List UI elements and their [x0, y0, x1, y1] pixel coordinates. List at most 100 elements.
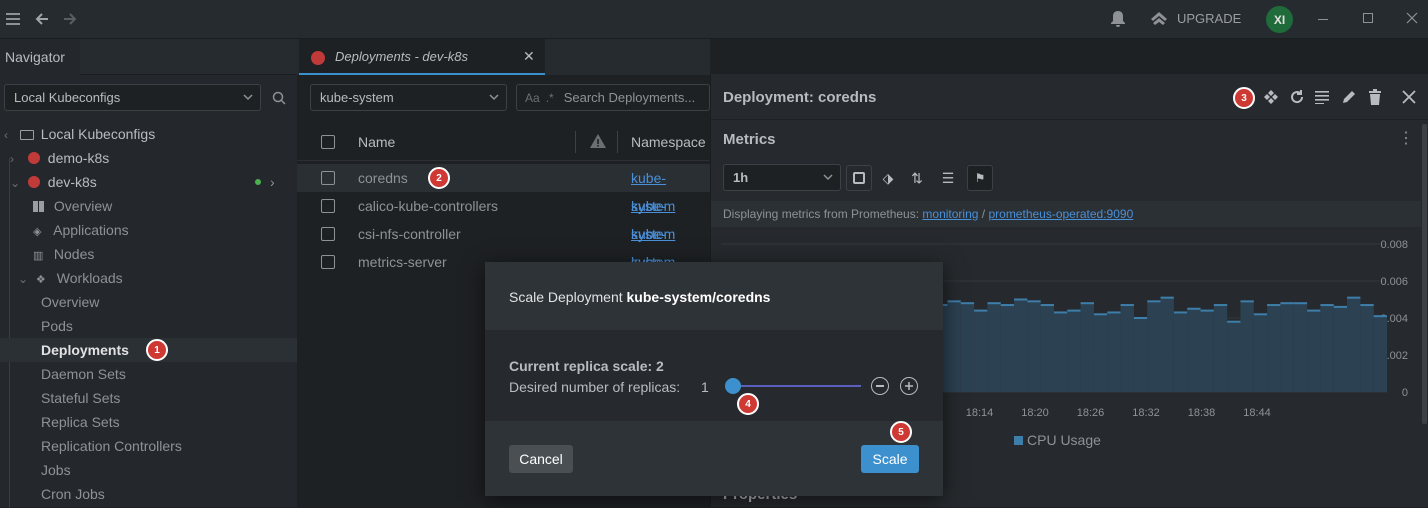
network-metric-button[interactable]: ⇅: [904, 165, 930, 191]
tree-item-local-kubeconfigs[interactable]: ‹ Local Kubeconfigs: [4, 122, 155, 146]
table-row[interactable]: csi-nfs-controller kube-system: [297, 220, 710, 270]
replicas-slider[interactable]: [725, 378, 861, 394]
avatar[interactable]: XI: [1266, 6, 1293, 33]
search-icon[interactable]: [270, 89, 288, 107]
tree-item-replication-controllers[interactable]: Replication Controllers: [41, 434, 182, 458]
chevron-down-icon: ⌄: [18, 272, 29, 286]
tree-item-pods[interactable]: Pods: [41, 314, 73, 338]
filesystem-metric-button[interactable]: ☰: [935, 165, 961, 191]
dialog-footer: Cancel Scale: [485, 421, 943, 496]
upgrade-icon[interactable]: [1149, 9, 1169, 29]
row-checkbox[interactable]: [321, 171, 335, 185]
tree-label: Local Kubeconfigs: [40, 126, 156, 142]
delete-icon[interactable]: [1366, 88, 1384, 106]
tree-item-jobs[interactable]: Jobs: [41, 458, 71, 482]
chart-bar: [1213, 305, 1228, 392]
attach-pod-icon[interactable]: [1262, 88, 1280, 106]
restart-icon[interactable]: [1288, 88, 1306, 106]
metrics-scrollbar[interactable]: [1422, 124, 1427, 424]
memory-metric-button[interactable]: ⬗: [875, 165, 901, 191]
row-checkbox[interactable]: [321, 199, 335, 213]
table-row[interactable]: calico-kube-controllers kube-system: [297, 192, 710, 242]
chart-bar: [960, 303, 975, 392]
navigator-tab[interactable]: Navigator: [0, 39, 80, 75]
select-all-checkbox[interactable]: [321, 135, 335, 149]
annotation-badge-2: 2: [428, 167, 450, 189]
tree-item-demo-k8s[interactable]: › demo-k8s: [10, 146, 109, 170]
column-header-namespace[interactable]: Namespace: [631, 134, 706, 150]
prometheus-service-link[interactable]: prometheus-operated:9090: [988, 207, 1133, 221]
time-range-select[interactable]: 1h: [723, 164, 841, 191]
cpu-metric-button[interactable]: [846, 165, 872, 191]
cancel-button[interactable]: Cancel: [509, 445, 573, 473]
row-checkbox[interactable]: [321, 255, 335, 269]
events-metric-button[interactable]: ⚑: [967, 165, 993, 191]
tree-item-nodes[interactable]: ▥ Nodes: [33, 242, 94, 266]
scale-deployment-dialog: Scale Deployment kube-system/coredns Cur…: [485, 262, 943, 496]
row-checkbox[interactable]: [321, 227, 335, 241]
scale-button[interactable]: Scale: [861, 445, 919, 473]
dialog-title-prefix: Scale Deployment: [509, 289, 627, 305]
tree-item-cron-jobs[interactable]: Cron Jobs: [41, 482, 105, 506]
tree-item-dev-k8s[interactable]: ⌄ dev-k8s ›: [10, 170, 290, 194]
chart-bar: [1093, 314, 1108, 392]
close-drawer-icon[interactable]: [1400, 88, 1418, 106]
replicas-slider-thumb[interactable]: [725, 378, 741, 394]
hamburger-menu-icon[interactable]: [4, 10, 22, 28]
more-options-icon[interactable]: ⋮: [1398, 131, 1414, 147]
chart-bar: [1147, 301, 1161, 392]
tree-item-daemon-sets[interactable]: Daemon Sets: [41, 362, 126, 386]
tree-guide-line: [9, 158, 10, 508]
metrics-title: Metrics: [723, 131, 776, 148]
search-deployments-input[interactable]: Aa .* Search Deployments...: [516, 84, 710, 111]
applications-icon: ◈: [33, 226, 42, 238]
tree-item-stateful-sets[interactable]: Stateful Sets: [41, 386, 120, 410]
decrease-replicas-icon[interactable]: [871, 377, 889, 395]
y-tick-label: 0: [1402, 387, 1408, 399]
chart-bar: [1293, 303, 1308, 392]
navigator-panel: Navigator Local Kubeconfigs ‹ Local Kube…: [0, 39, 297, 508]
tab-close-icon[interactable]: ✕: [523, 48, 535, 65]
top-bar: UPGRADE XI: [0, 0, 1428, 39]
tree-item-overview[interactable]: Overview: [33, 194, 112, 218]
chevron-right-icon: ›: [10, 152, 14, 166]
increase-replicas-icon[interactable]: [900, 377, 918, 395]
tree-item-deployments[interactable]: Deployments: [41, 338, 129, 362]
tree-item-applications[interactable]: ◈ Applications: [33, 218, 129, 242]
chart-legend[interactable]: CPU Usage: [1014, 432, 1101, 448]
warning-icon[interactable]: [589, 133, 607, 152]
dialog-header: Scale Deployment kube-system/coredns: [485, 262, 943, 330]
chevron-right-icon[interactable]: ›: [270, 170, 275, 194]
tree-item-workloads-overview[interactable]: Overview: [41, 290, 99, 314]
flag-icon: ⚑: [974, 171, 986, 185]
chart-bar: [1227, 321, 1241, 392]
minimize-icon[interactable]: [1318, 19, 1328, 20]
table-row[interactable]: coredns kube-system: [297, 164, 710, 214]
logs-icon[interactable]: [1314, 88, 1332, 106]
tree-label: dev-k8s: [47, 174, 97, 190]
tree-label: Overview: [53, 198, 113, 214]
chevron-down-icon: [488, 91, 500, 106]
back-arrow-icon[interactable]: [32, 9, 52, 29]
kubeconfig-select[interactable]: Local Kubeconfigs: [4, 84, 261, 111]
tab-deployments[interactable]: Deployments - dev-k8s ✕: [299, 39, 545, 75]
notification-bell-icon[interactable]: [1108, 9, 1128, 29]
prometheus-text: Displaying metrics from Prometheus:: [723, 207, 920, 221]
search-placeholder: Search Deployments...: [563, 90, 696, 105]
namespace-select[interactable]: kube-system: [310, 84, 507, 111]
x-tick-label: 18:38: [1188, 407, 1216, 419]
close-window-icon[interactable]: [1405, 11, 1419, 25]
upgrade-label[interactable]: UPGRADE: [1177, 11, 1241, 26]
edit-icon[interactable]: [1340, 88, 1358, 106]
regex-icon[interactable]: .*: [546, 91, 554, 105]
maximize-icon[interactable]: [1363, 13, 1373, 23]
prometheus-namespace-link[interactable]: monitoring: [922, 207, 978, 221]
column-divider: [617, 131, 618, 153]
tree-item-replica-sets[interactable]: Replica Sets: [41, 410, 120, 434]
tree-item-workloads[interactable]: ⌄ ❖ Workloads: [18, 266, 123, 290]
forward-arrow-icon[interactable]: [60, 9, 80, 29]
column-header-name[interactable]: Name: [358, 134, 395, 150]
cluster-tree: ‹ Local Kubeconfigs › demo-k8s ⌄ dev-k8s…: [0, 122, 297, 508]
chevron-down-icon: [822, 171, 834, 186]
case-sensitive-icon[interactable]: Aa: [525, 91, 540, 105]
